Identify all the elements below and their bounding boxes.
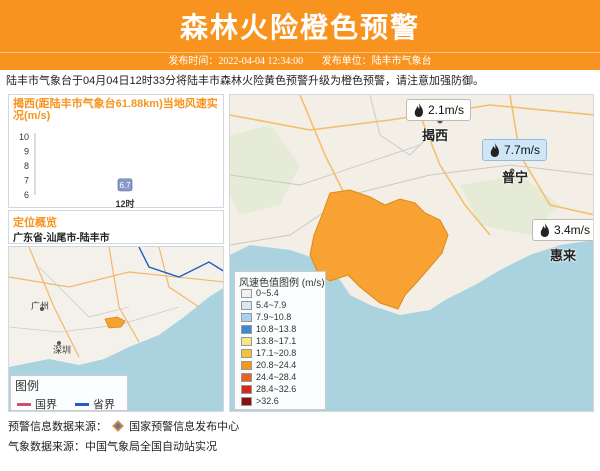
wind-legend-title: 风速色值图例 (m/s) <box>239 278 325 289</box>
publish-time-label: 发布时间： <box>168 56 219 67</box>
location-text: 广东省-汕尾市-陆丰市 <box>13 233 110 244</box>
wind-badge-huilai[interactable]: 3.4m/s <box>532 219 593 241</box>
national-border-line <box>17 402 31 406</box>
warning-source-value: 国家预警信息发布中心 <box>129 421 240 433</box>
wind-legend-label: 13.8~17.1 <box>256 336 297 346</box>
legend-item-province-border: 省界 <box>75 396 115 412</box>
fire-icon <box>540 223 549 237</box>
province-border-line <box>75 402 89 406</box>
wind-data-label: 6.7 <box>119 181 131 190</box>
wind-legend-label: 0~5.4 <box>256 288 279 298</box>
page-title: 森林火险橙色预警 <box>179 12 420 43</box>
y-tick-label: 7 <box>24 176 29 186</box>
publish-info-bar: 发布时间：2022-04-04 12:34:00 发布单位：陆丰市气象台 <box>0 52 600 70</box>
legend-label-national-border: 国界 <box>35 399 57 411</box>
weather-source-line: 气象数据来源：中国气象局全国自动站实况 <box>8 441 217 453</box>
wind-legend-row: 10.8~13.8 <box>241 324 296 334</box>
warning-source-line: 预警信息数据来源： 国家预警信息发布中心 <box>8 418 239 434</box>
wind-legend-label: 7.9~10.8 <box>256 312 292 322</box>
x-tick-label: 12时 <box>115 198 134 209</box>
wind-legend-row: 17.1~20.8 <box>241 348 296 358</box>
wind-legend-swatch <box>241 324 252 334</box>
wind-legend-swatch <box>241 396 252 406</box>
map-legend: 图例 国界 省界 <box>10 375 128 411</box>
wind-legend-label: 5.4~7.9 <box>256 300 287 310</box>
wind-legend-swatch <box>241 384 252 394</box>
fire-icon <box>414 103 423 117</box>
wind-legend-swatch <box>241 360 252 370</box>
wind-legend-row: 0~5.4 <box>241 288 279 298</box>
wind-legend-swatch <box>241 288 252 298</box>
wind-legend-label: 20.8~24.4 <box>256 360 297 370</box>
publisher-label: 发布单位： <box>321 56 372 67</box>
main-map[interactable]: 2.1m/s 揭西 7.7m/s 普宁 3.4m/s 惠来 风速色值图例 (m/… <box>229 94 594 412</box>
warning-center-logo-icon <box>112 420 125 432</box>
wind-legend-swatch <box>241 312 252 322</box>
warning-description: 陆丰市气象台于04月04日12时33分将陆丰市森林火险黄色预警升级为橙色预警，请… <box>6 75 484 87</box>
left-panel: 6 7 8 9 10 6.7 12时 揭西(距陆丰市气象台61.88km)当地风速实况(m/… <box>8 94 224 412</box>
wind-legend-swatch <box>241 300 252 310</box>
publisher: 发布单位：陆丰市气象台 <box>322 56 432 67</box>
city-label-jiexi: 揭西 <box>422 128 449 143</box>
wind-speed-huilai: 3.4m/s <box>554 223 591 237</box>
location-title: 定位概览 <box>13 217 57 229</box>
header-bar: 森林火险橙色预警 <box>0 0 600 52</box>
wind-legend-swatch <box>241 372 252 382</box>
wind-legend-label: 17.1~20.8 <box>256 348 297 358</box>
y-tick-label: 8 <box>24 161 29 171</box>
wind-badge-jiexi[interactable]: 2.1m/s <box>406 99 472 121</box>
wind-legend-label: >32.6 <box>256 396 279 406</box>
wind-legend-row: 28.4~32.6 <box>241 384 296 394</box>
wind-speed-jiexi: 2.1m/s <box>428 103 465 117</box>
legend-item-national-border: 国界 <box>17 396 57 412</box>
wind-color-legend: 风速色值图例 (m/s) 0~5.4 5.4~7.9 7.9~10.8 10.8~13… <box>234 271 326 410</box>
wind-legend-row: 20.8~24.4 <box>241 360 296 370</box>
y-tick-label: 6 <box>24 190 29 200</box>
wind-badge-puning[interactable]: 7.7m/s <box>482 139 548 161</box>
wind-chart-title: 揭西(距陆丰市气象台61.88km)当地风速实况(m/s) <box>13 98 218 122</box>
wind-chart-panel: 6 7 8 9 10 6.7 12时 揭西(距陆丰市气象台61.88km)当地风速实况(m/… <box>8 94 224 209</box>
wind-legend-swatch <box>241 348 252 358</box>
wind-legend-row: 5.4~7.9 <box>241 300 286 310</box>
wind-speed-puning: 7.7m/s <box>504 143 541 157</box>
location-panel: 定位概览 广东省-汕尾市-陆丰市 <box>8 210 224 244</box>
wind-legend-label: 24.4~28.4 <box>256 372 297 382</box>
publish-time-value: 2022-04-04 12:34:00 <box>218 56 304 67</box>
fire-icon <box>490 143 499 157</box>
minimap-label-shenzhen: 深圳 <box>53 345 72 355</box>
wind-legend-label: 10.8~13.8 <box>256 324 297 334</box>
publisher-value: 陆丰市气象台 <box>371 56 432 67</box>
wind-legend-row: 24.4~28.4 <box>241 372 296 382</box>
legend-label-province-border: 省界 <box>93 399 115 411</box>
city-label-huilai: 惠来 <box>550 248 577 263</box>
wind-legend-row: >32.6 <box>241 396 279 406</box>
y-tick-label: 9 <box>24 147 29 157</box>
wind-legend-row: 13.8~17.1 <box>241 336 296 346</box>
city-label-puning: 普宁 <box>502 170 529 185</box>
publish-time: 发布时间：2022-04-04 12:34:00 <box>168 56 303 67</box>
wind-legend-row: 7.9~10.8 <box>241 312 291 322</box>
wind-legend-swatch <box>241 336 252 346</box>
minimap-label-guangzhou: 广州 <box>31 301 50 311</box>
wind-legend-label: 28.4~32.6 <box>256 384 297 394</box>
map-legend-title: 图例 <box>15 379 40 393</box>
y-tick-label: 10 <box>19 132 29 142</box>
warning-source-label: 预警信息数据来源： <box>8 421 107 433</box>
